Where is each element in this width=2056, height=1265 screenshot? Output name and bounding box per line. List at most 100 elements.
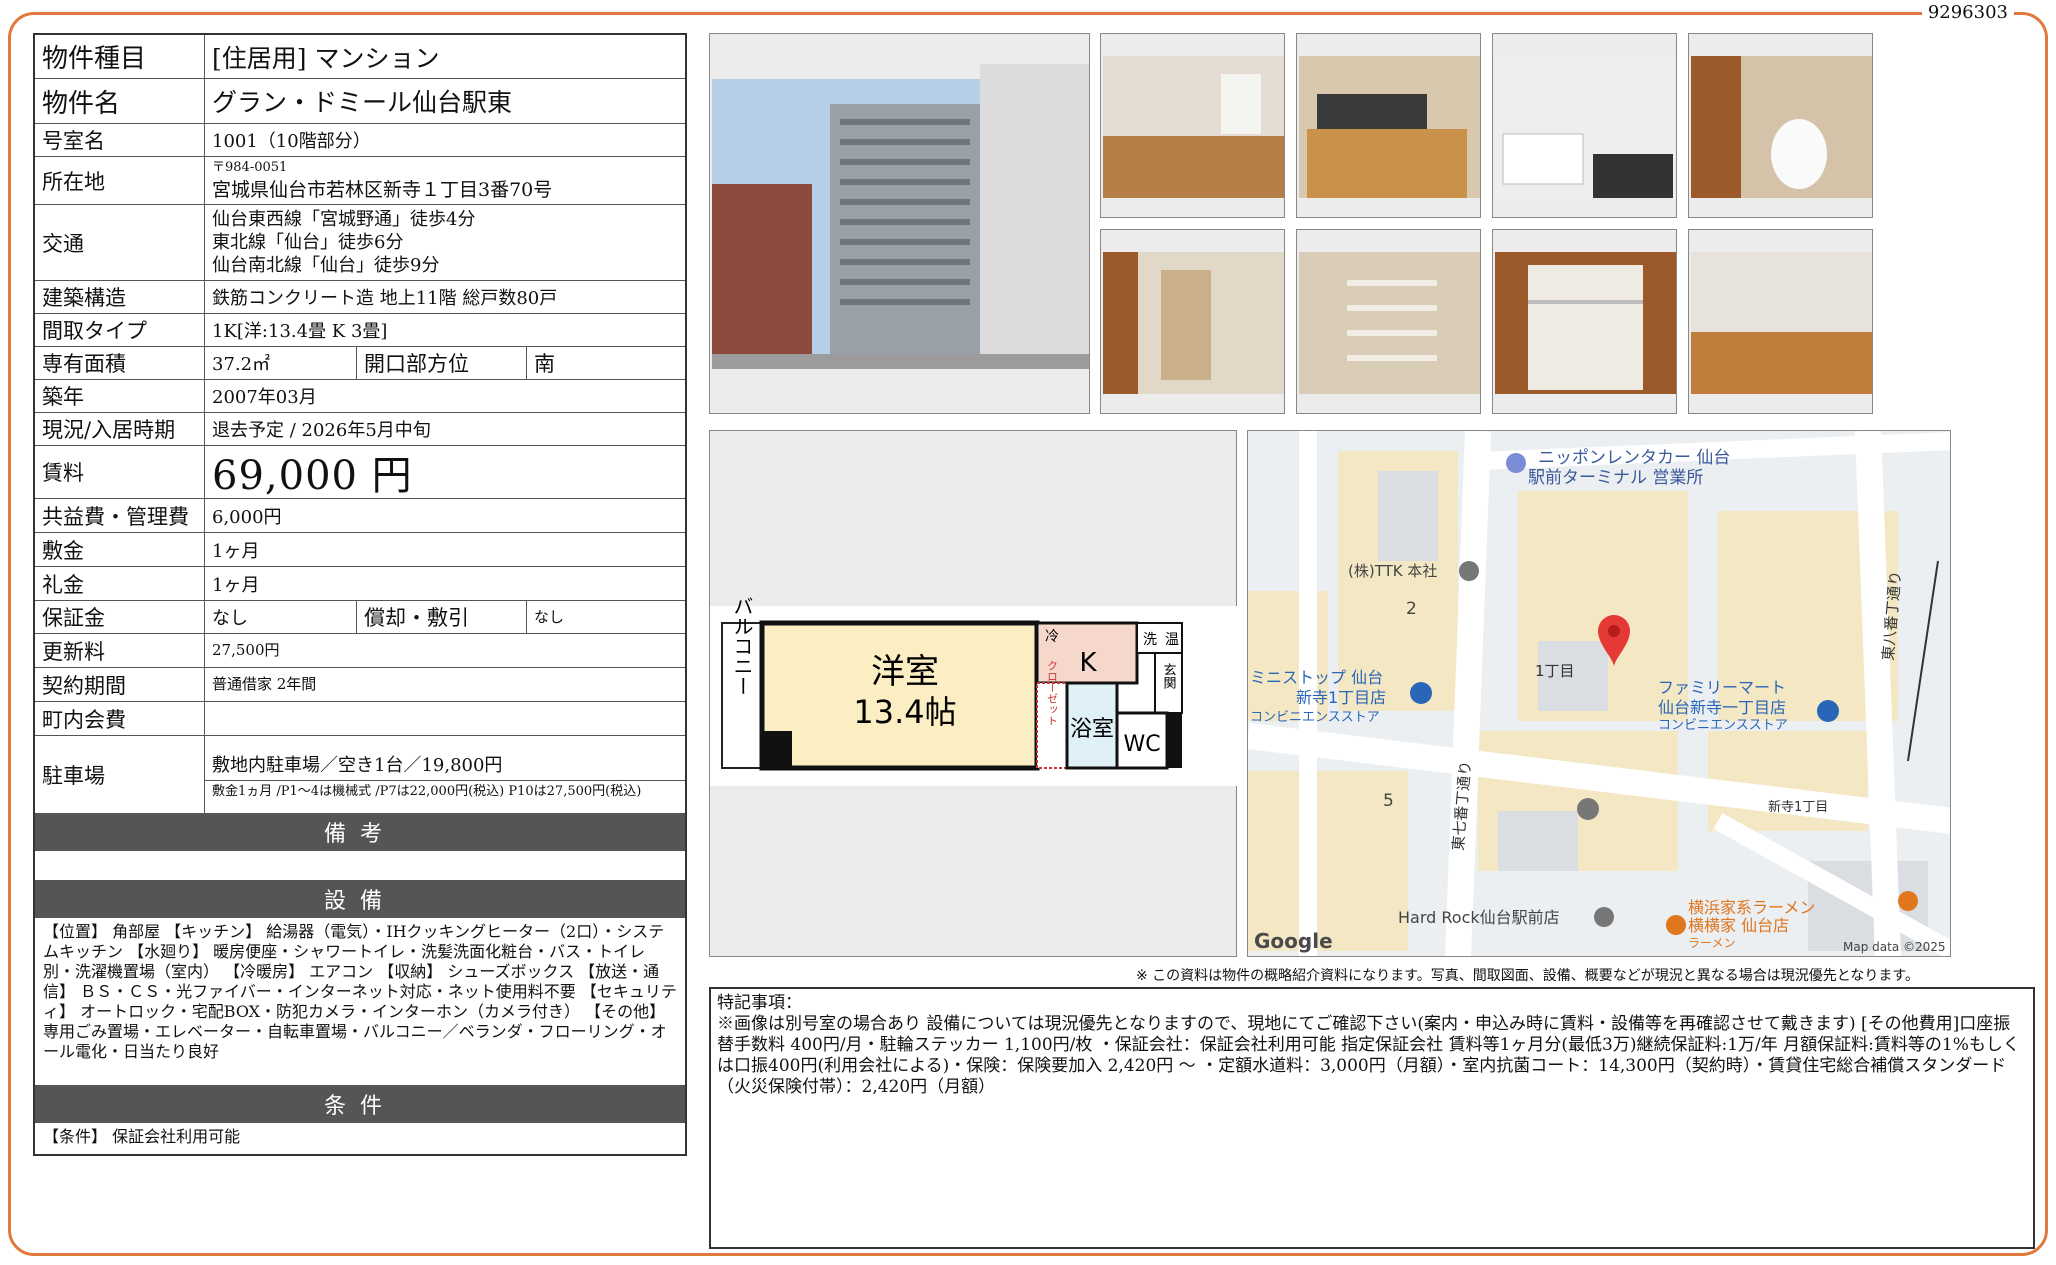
keymoney-value: 1ヶ月 (212, 574, 260, 596)
floor-plan: バルコニー 洋室 13.4帖 K 冷 洗 温 玄関 クローゼット 浴室 WC (709, 430, 1238, 957)
closet-image (1493, 230, 1676, 413)
conditions-body: 【条件】 保証会社利用可能 (43, 1127, 241, 1146)
renewal-label: 更新料 (35, 634, 205, 667)
room-label: 洋室 (871, 652, 939, 692)
map-drawing: ニッポンレンタカー 仙台 駅前ターミナル 営業所 (株)TTK 本社 2 1丁目… (1248, 431, 1950, 956)
structure-label: 建築構造 (35, 281, 205, 313)
floor-plan-drawing: バルコニー 洋室 13.4帖 K 冷 洗 温 玄関 クローゼット 浴室 WC (710, 596, 1238, 786)
name-label: 物件名 (35, 79, 205, 123)
map-label: 新寺1丁目 (1768, 799, 1828, 815)
toilet-image (1689, 34, 1872, 217)
name-value: グラン・ドミール仙台駅東 (212, 88, 513, 117)
map-label: 2 (1406, 599, 1417, 619)
row-access: 交通 仙台東西線「宮城野通」徒歩4分 東北線「仙台」徒歩6分 仙台南北線「仙台」… (35, 205, 685, 281)
wc-label: WC (1123, 732, 1160, 757)
type-value: [住居用] マンション (212, 43, 440, 73)
deposit-value: 1ヶ月 (212, 540, 260, 562)
guarantee-label: 保証金 (35, 601, 205, 633)
row-guarantee: 保証金 なし 償却・敷引 なし (35, 601, 685, 634)
room-value: 1001（10階部分） (212, 131, 371, 152)
renewal-value: 27,500円 (212, 641, 280, 659)
structure-value: 鉄筋コンクリート造 地上11階 総戸数80戸 (212, 288, 558, 309)
row-renewal: 更新料 27,500円 (35, 634, 685, 668)
amort-value: なし (534, 607, 565, 626)
map-label: 仙台新寺一丁目店 (1658, 698, 1786, 717)
town-label: 町内会費 (35, 702, 205, 735)
kitchen-label: K (1079, 648, 1097, 678)
status-label: 現況/入居時期 (35, 413, 205, 445)
keymoney-label: 礼金 (35, 567, 205, 600)
bath-label: 浴室 (1070, 717, 1114, 742)
row-structure: 建築構造 鉄筋コンクリート造 地上11階 総戸数80戸 (35, 281, 685, 314)
row-name: 物件名 グラン・ドミール仙台駅東 (35, 79, 685, 124)
row-rent: 賃料 69,000 円 (35, 446, 685, 499)
row-room: 号室名 1001（10階部分） (35, 124, 685, 157)
direction-value: 南 (534, 352, 555, 376)
row-contract: 契約期間 普通借家 2年間 (35, 668, 685, 702)
town-value (205, 702, 685, 735)
building-photo (709, 33, 1090, 414)
guarantee-value: なし (205, 601, 357, 633)
kitchen-image (1297, 34, 1480, 217)
shoe-box-image (1297, 230, 1480, 413)
row-layout: 間取タイプ 1K[洋:13.4畳 K 3畳] (35, 314, 685, 347)
map-label: 駅前ターミナル 営業所 (1528, 468, 1703, 488)
property-info-table: 物件種目 [住居用] マンション 物件名 グラン・ドミール仙台駅東 号室名 10… (33, 33, 687, 1156)
google-logo: Google (1254, 929, 1333, 953)
map-label: 横横家 仙台店 (1688, 916, 1789, 935)
remarks-title: 特記事項： (717, 993, 802, 1013)
deposit-label: 敷金 (35, 533, 205, 566)
conditions-heading: 条件 (35, 1086, 685, 1123)
map-label: 1丁目 (1535, 662, 1575, 680)
toilet-photo (1688, 33, 1873, 218)
entrance-image (1101, 230, 1284, 413)
rent-value: 69,000 円 (212, 453, 413, 499)
bath-photo (1492, 33, 1677, 218)
row-mgmt: 共益費・管理費 6,000円 (35, 499, 685, 533)
area-label: 専有面積 (35, 347, 205, 379)
direction-label: 開口部方位 (357, 347, 527, 379)
contract-label: 契約期間 (35, 668, 205, 701)
built-label: 築年 (35, 380, 205, 412)
mgmt-value: 6,000円 (212, 506, 282, 528)
map-label: 横浜家系ラーメン (1688, 898, 1815, 917)
remarks-text: ※画像は別号室の場合あり 設備については現況優先となりますので、現地にてご確認下… (717, 1014, 2020, 1097)
map-label: ニッポンレンタカー 仙台 (1538, 448, 1730, 468)
built-value: 2007年03月 (212, 387, 317, 408)
row-town: 町内会費 (35, 702, 685, 736)
access-line: 東北線「仙台」徒歩6分 (212, 232, 404, 253)
address-label: 所在地 (35, 157, 205, 204)
kitchen-photo (1296, 33, 1481, 218)
living-room-image (1101, 34, 1284, 217)
map-label: ラーメン (1688, 936, 1736, 950)
map-label: ファミリーマート (1658, 678, 1786, 697)
map-label: コンビニエンスストア (1658, 718, 1788, 733)
parking-value: 敷地内駐車場／空き1台／19,800円 (205, 748, 685, 781)
entrance-photo (1100, 229, 1285, 414)
map-attribution: Map data ©2025 (1843, 940, 1946, 954)
parking-label: 駐車場 (35, 736, 205, 813)
location-map[interactable]: ニッポンレンタカー 仙台 駅前ターミナル 営業所 (株)TTK 本社 2 1丁目… (1247, 430, 1951, 957)
warm-label: 温 (1165, 632, 1179, 648)
equipment-body: 【位置】 角部屋 【キッチン】 給湯器（電気）・IHクッキングヒーター（2口）・… (35, 918, 685, 1086)
room-photo-2 (1688, 229, 1873, 414)
rent-label: 賃料 (35, 446, 205, 498)
access-line: 仙台南北線「仙台」徒歩9分 (212, 255, 440, 276)
map-label: (株)TTK 本社 (1348, 562, 1437, 580)
layout-value: 1K[洋:13.4畳 K 3畳] (212, 321, 388, 342)
row-deposit: 敷金 1ヶ月 (35, 533, 685, 567)
shoe-box-photo (1296, 229, 1481, 414)
map-label: 5 (1383, 791, 1394, 811)
row-keymoney: 礼金 1ヶ月 (35, 567, 685, 601)
access-line: 仙台東西線「宮城野通」徒歩4分 (212, 209, 476, 230)
room-photo (1100, 33, 1285, 218)
room-image (1689, 230, 1872, 413)
contract-value: 普通借家 2年間 (212, 675, 317, 693)
access-label: 交通 (35, 205, 205, 280)
remarks-heading: 備考 (35, 814, 685, 851)
row-type: 物件種目 [住居用] マンション (35, 35, 685, 79)
row-address: 所在地 〒984-0051 宮城県仙台市若林区新寺１丁目3番70号 (35, 157, 685, 205)
map-label: コンビニエンスストア (1250, 710, 1380, 725)
room-size-label: 13.4帖 (853, 693, 956, 731)
closet-photo (1492, 229, 1677, 414)
